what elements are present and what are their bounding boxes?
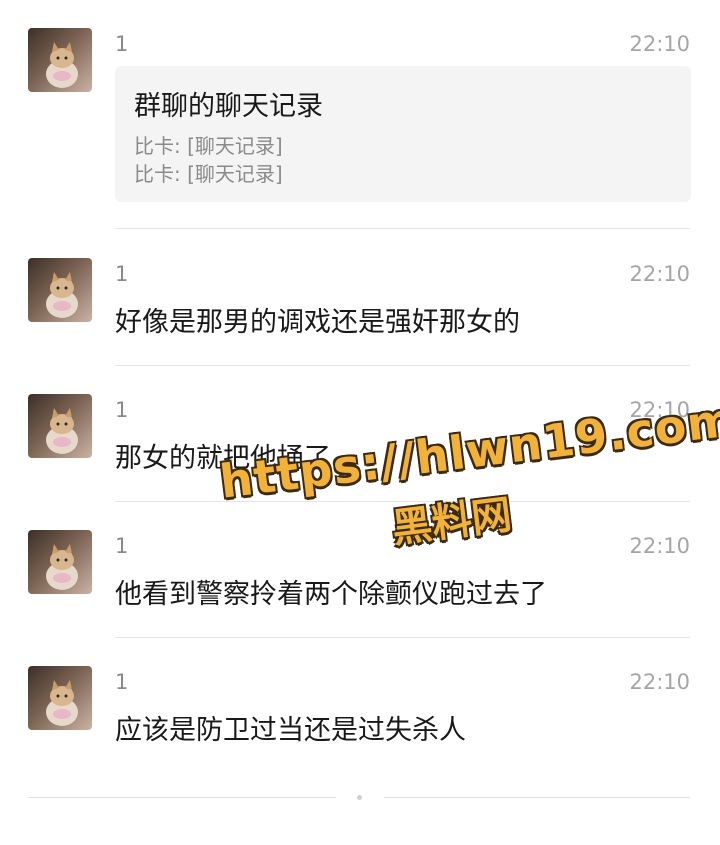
avatar[interactable] xyxy=(28,666,92,730)
sender-name: 1 xyxy=(115,534,129,558)
divider xyxy=(115,365,690,366)
message-text: 应该是防卫过当还是过失杀人 xyxy=(115,715,466,746)
chat-history-line: 比卡: [聊天记录] xyxy=(134,162,283,186)
sender-name: 1 xyxy=(115,398,129,422)
timestamp: 22:10 xyxy=(629,534,690,558)
divider xyxy=(115,637,690,638)
divider xyxy=(115,228,690,229)
avatar[interactable] xyxy=(28,394,92,458)
timestamp: 22:10 xyxy=(629,262,690,286)
sender-name: 1 xyxy=(115,670,129,694)
chat-history-line: 比卡: [聊天记录] xyxy=(134,134,283,158)
cat-avatar-icon xyxy=(46,42,78,88)
message-text: 他看到警察拎着两个除颤仪跑过去了 xyxy=(115,579,547,610)
timestamp: 22:10 xyxy=(629,32,690,56)
footer-divider xyxy=(28,797,336,798)
cat-avatar-icon xyxy=(46,680,78,726)
watermark-name: 黑料网 xyxy=(389,491,515,553)
chat-history-card[interactable]: 群聊的聊天记录 比卡: [聊天记录] 比卡: [聊天记录] xyxy=(115,66,691,202)
footer-dot-icon xyxy=(357,795,362,800)
sender-name: 1 xyxy=(115,32,129,56)
cat-avatar-icon xyxy=(46,408,78,454)
cat-avatar-icon xyxy=(46,544,78,590)
chat-history-title: 群聊的聊天记录 xyxy=(134,91,323,122)
timestamp: 22:10 xyxy=(629,670,690,694)
footer-divider xyxy=(384,797,690,798)
avatar[interactable] xyxy=(28,28,92,92)
cat-avatar-icon xyxy=(46,272,78,318)
watermark: https://hlwn19.com 黑料网 xyxy=(216,392,720,575)
sender-name: 1 xyxy=(115,262,129,286)
message-text: 好像是那男的调戏还是强奸那女的 xyxy=(115,307,520,338)
avatar[interactable] xyxy=(28,258,92,322)
avatar[interactable] xyxy=(28,530,92,594)
